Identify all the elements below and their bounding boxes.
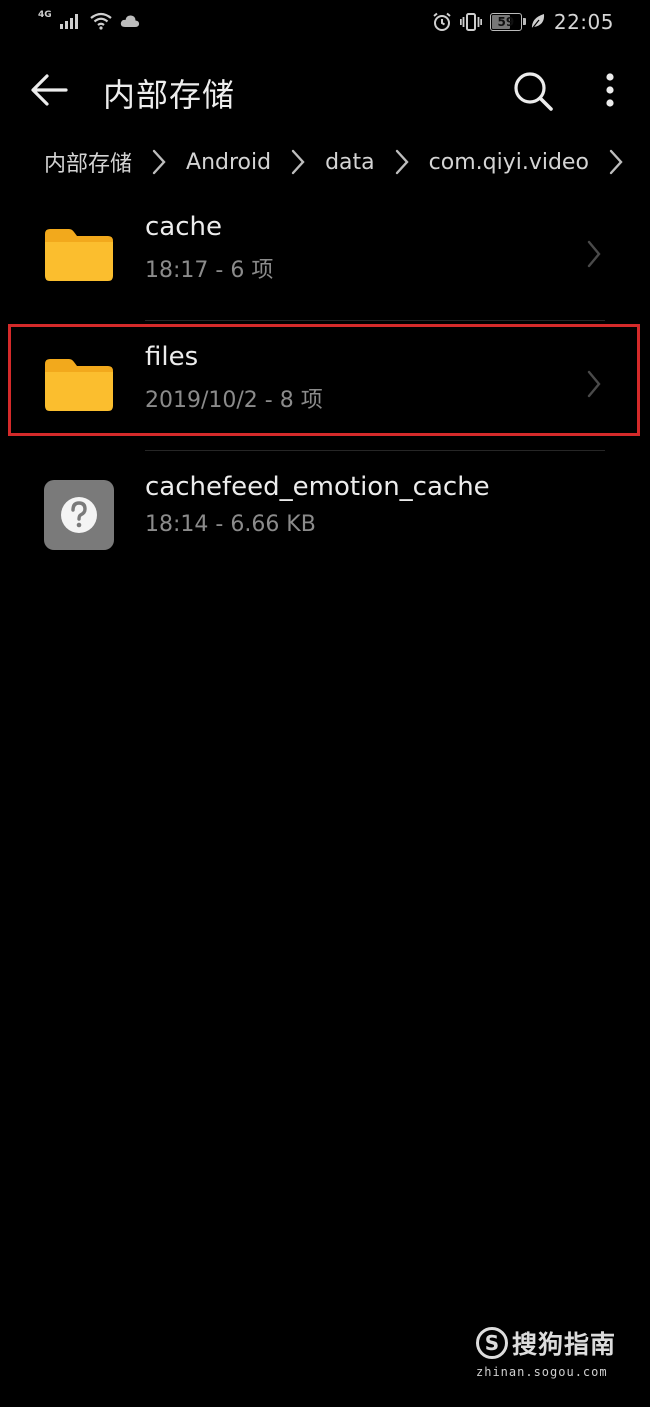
watermark-brand-row: S 搜狗指南 (476, 1325, 626, 1361)
file-manager-screen: 4G 59 22:05 内部存储 内部存储 Android data com.q… (0, 0, 650, 1407)
breadcrumb: 内部存储 Android data com.qiyi.video (44, 140, 643, 184)
chevron-right-icon (601, 147, 631, 177)
clock: 22:05 (553, 10, 614, 34)
folder-icon (45, 229, 113, 281)
file-meta: 2019/10/2 - 8 项 (145, 388, 323, 413)
sogou-logo-icon: S (476, 1327, 508, 1359)
battery-icon: 59 (489, 13, 526, 31)
app-toolbar: 内部存储 (0, 56, 650, 126)
file-meta: 18:17 - 6 项 (145, 258, 274, 283)
list-item-cache[interactable]: cache 18:17 - 6 项 (0, 192, 650, 320)
cloud-icon (120, 15, 139, 27)
breadcrumb-item-android[interactable]: Android (186, 150, 271, 175)
status-bar-left: 4G (38, 10, 140, 30)
leaf-icon (530, 14, 544, 31)
sogou-watermark: S 搜狗指南 zhinan.sogou.com (476, 1325, 626, 1385)
battery-level: 59 (497, 15, 515, 29)
status-bar: 4G 59 22:05 (0, 0, 650, 44)
signal-icon (59, 14, 78, 29)
watermark-url: zhinan.sogou.com (476, 1365, 608, 1379)
list-item-files[interactable]: files 2019/10/2 - 8 项 (0, 322, 650, 450)
list-divider (145, 320, 605, 321)
list-divider (145, 450, 605, 451)
chevron-right-icon (387, 147, 417, 177)
page-title: 内部存储 (103, 76, 236, 114)
search-icon (514, 72, 553, 111)
alarm-icon (433, 12, 451, 31)
breadcrumb-item-com-qiyi-video[interactable]: com.qiyi.video (429, 150, 589, 175)
chevron-right-icon (283, 147, 313, 177)
arrow-left-icon (31, 74, 68, 106)
unknown-file-icon (44, 480, 114, 550)
more-vertical-icon (606, 73, 614, 107)
file-name: files (145, 342, 199, 372)
breadcrumb-item-data[interactable]: data (325, 150, 375, 175)
file-meta: 18:14 - 6.66 KB (145, 512, 316, 537)
status-bar-right: 59 22:05 (432, 10, 614, 34)
network-type: 4G (38, 10, 52, 20)
breadcrumb-item-internal-storage[interactable]: 内部存储 (44, 146, 132, 178)
list-item-cachefeed-emotion-cache[interactable]: cachefeed_emotion_cache 18:14 - 6.66 KB (0, 452, 650, 580)
vibrate-icon (459, 13, 482, 31)
chevron-right-icon (144, 147, 174, 177)
wifi-icon (89, 12, 112, 30)
file-name: cache (145, 212, 222, 242)
search-button[interactable] (510, 68, 556, 114)
chevron-right-icon (587, 240, 601, 268)
more-options-button[interactable] (592, 68, 628, 114)
file-name: cachefeed_emotion_cache (145, 472, 490, 502)
back-button[interactable] (26, 70, 72, 110)
watermark-brand: 搜狗指南 (512, 1330, 617, 1359)
chevron-right-icon (587, 370, 601, 398)
folder-icon (45, 359, 113, 411)
